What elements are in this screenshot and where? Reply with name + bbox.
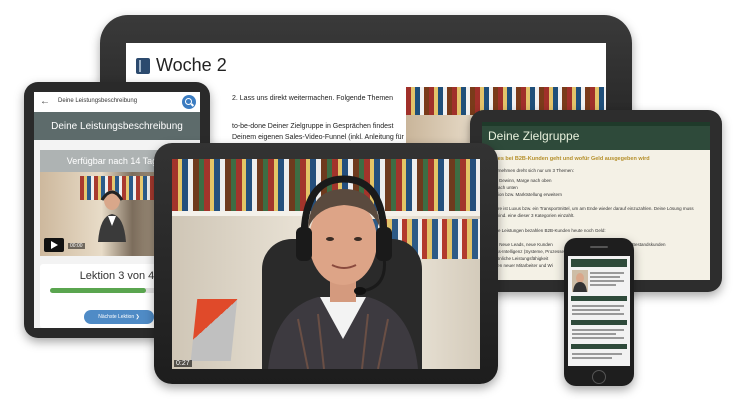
week-text-line: Deinem eigenen Sales-Video-Funnel (inkl.… [232, 134, 404, 141]
phone-text-line [572, 305, 624, 307]
phone-text-line [572, 333, 616, 335]
next-lesson-button[interactable]: Nächste Lektion ❯ [84, 310, 154, 324]
week-text-line: to-be-done Deiner Zielgruppe in Gespräch… [232, 123, 394, 130]
chevron-right-icon: ❯ [134, 314, 140, 320]
text-line: putation bzw. Marktstellung erweitern [488, 192, 563, 197]
phone-text-line [590, 276, 620, 278]
phone-text-line [572, 337, 624, 339]
phone-text-line [572, 309, 620, 311]
phone-screen [568, 256, 630, 366]
tablet-front: 0:27 [154, 143, 498, 384]
text-line: gende Leistungen bezahlen B2B-Kunden heu… [488, 228, 606, 233]
home-button[interactable] [592, 370, 606, 384]
text-line: Unternehmen dreht sich nur um 3 Themen: [488, 168, 574, 173]
phone-text-line [572, 313, 624, 315]
progress-fill [50, 288, 147, 293]
presenter-with-headset [268, 175, 418, 369]
phone-section-bar [571, 320, 627, 325]
book-icon [136, 57, 150, 74]
text-line: auf mind. eine dieser 3 Kategorien einza… [488, 213, 575, 218]
text-line: Bestandskunden [632, 242, 666, 247]
next-lesson-label: Nächste Lektion [98, 314, 135, 320]
module-header: Deine Leistungsbeschreibung [34, 112, 200, 140]
target-subtitle: um es bei B2B-Kunden geht und wofür Geld… [488, 156, 650, 162]
presenter-figure [98, 190, 126, 242]
smartphone [564, 238, 634, 386]
phone-text-line [572, 357, 612, 359]
text-line: andere ist Luxus bzw. ein Transportmitte… [488, 206, 694, 211]
target-group-title: Deine Zielgruppe [482, 122, 710, 150]
back-arrow-icon[interactable]: ← [40, 96, 50, 107]
text-line: siness-Intelligenz (Systeme, Prozesse [488, 249, 565, 254]
presenter-thumbnail [572, 270, 588, 292]
page-title: Woche 2 [136, 55, 227, 76]
phone-text-line [572, 353, 622, 355]
phone-text-line [590, 272, 624, 274]
main-video-screen[interactable]: 0:27 [172, 159, 480, 369]
top-bar-title: Deine Leistungsbeschreibung [58, 98, 138, 104]
phone-text-line [590, 284, 616, 286]
week-text-line: 2. Lass uns direkt weitermachen. Folgend… [232, 95, 393, 102]
phone-section-bar [571, 344, 627, 349]
book-on-desk [190, 299, 238, 361]
week-title: Woche 2 [156, 55, 227, 75]
phone-text-line [572, 329, 624, 331]
phone-speaker [590, 246, 608, 248]
phone-section-bar [571, 296, 627, 301]
top-bar: ← Deine Leistungsbeschreibung [34, 92, 200, 113]
video-time: 00:00 [68, 243, 85, 249]
phone-header [571, 259, 627, 267]
search-icon[interactable] [182, 95, 196, 109]
play-button[interactable] [44, 238, 64, 252]
video-timecode: 0:27 [174, 360, 192, 367]
header-strip [482, 122, 710, 126]
phone-text-line [590, 280, 624, 282]
